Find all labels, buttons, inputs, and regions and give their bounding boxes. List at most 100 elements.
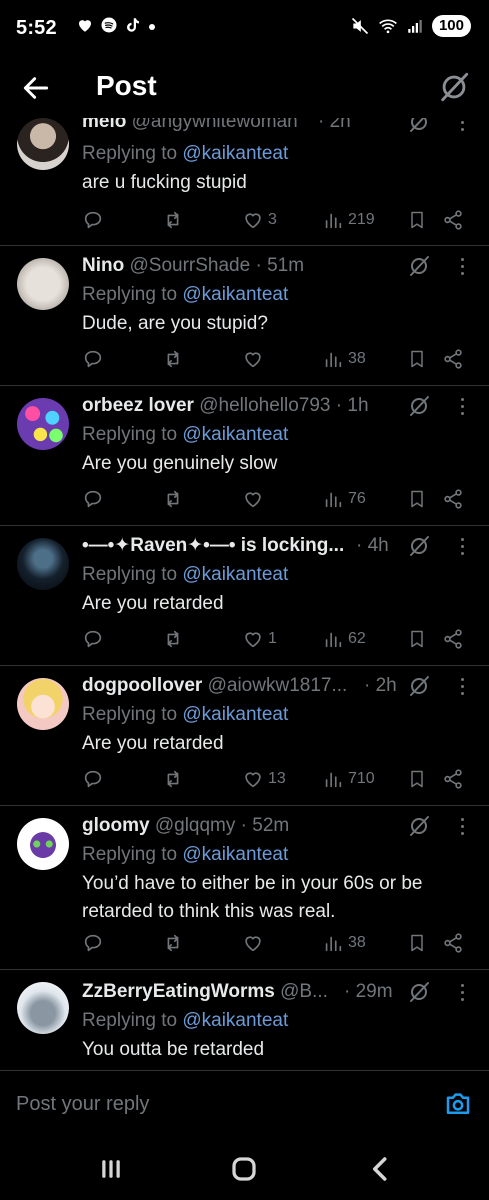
reply-item[interactable]: gloomy @glqqmy · 52m Replying to @kaikan… (0, 806, 489, 970)
comment-icon[interactable] (82, 627, 104, 651)
top-bar: Post (0, 56, 489, 118)
bookmark-icon[interactable] (407, 767, 427, 791)
comment-icon[interactable] (82, 487, 104, 511)
like-button[interactable]: 13 (242, 767, 286, 791)
reply-author-handle[interactable]: @SourrShade (130, 255, 251, 276)
mention-link[interactable]: @kaikanteat (182, 1010, 288, 1031)
dot-notification-icon (149, 24, 155, 30)
reply-author-name[interactable]: ZzBerryEatingWorms (82, 981, 275, 1002)
reply-author-handle[interactable]: @hellohello793 (199, 395, 330, 416)
reply-author-name[interactable]: gloomy (82, 815, 150, 836)
like-button[interactable] (242, 931, 268, 955)
comment-icon[interactable] (82, 931, 104, 955)
mention-link[interactable]: @kaikanteat (182, 704, 288, 725)
mention-link[interactable]: @kaikanteat (182, 844, 288, 865)
avatar[interactable] (17, 818, 69, 870)
reply-author-name[interactable]: melo (82, 118, 126, 132)
reply-author-name[interactable]: orbeez lover (82, 395, 194, 416)
avatar[interactable] (17, 538, 69, 590)
bookmark-icon[interactable] (407, 347, 427, 371)
mention-link[interactable]: @kaikanteat (182, 424, 288, 445)
bookmark-icon[interactable] (407, 487, 427, 511)
repost-icon[interactable] (162, 767, 184, 791)
more-vertical-icon[interactable] (455, 980, 469, 1004)
reply-item[interactable]: ZzBerryEatingWorms @B... · 29m Replying … (0, 970, 489, 1070)
like-button[interactable]: 3 (242, 208, 277, 232)
reply-actions: 76 (82, 487, 472, 511)
like-button[interactable] (242, 347, 268, 371)
arrow-left-icon[interactable] (20, 72, 52, 104)
reply-author-name[interactable]: •—•✦Raven✦•—• is locking... (82, 535, 344, 556)
grok-icon[interactable] (407, 394, 431, 418)
more-vertical-icon[interactable] (455, 674, 469, 698)
more-vertical-icon[interactable] (455, 534, 469, 558)
share-icon[interactable] (442, 627, 464, 651)
avatar[interactable] (17, 118, 69, 170)
back-nav-icon[interactable] (366, 1154, 396, 1184)
reply-author-handle[interactable]: @B... (280, 981, 328, 1002)
reply-list: melo @angywhitewoman · 2h Replying to @k… (0, 118, 489, 1070)
mention-link[interactable]: @kaikanteat (182, 564, 288, 585)
views-button[interactable]: 62 (322, 627, 366, 651)
like-button[interactable]: 1 (242, 627, 277, 651)
reply-author-name[interactable]: dogpoollover (82, 675, 202, 696)
grok-icon[interactable] (407, 814, 431, 838)
avatar[interactable] (17, 982, 69, 1034)
mention-link[interactable]: @kaikanteat (182, 143, 288, 164)
reply-item[interactable]: dogpoollover @aiowkw1817... · 2h Replyin… (0, 666, 489, 806)
reply-item[interactable]: •—•✦Raven✦•—• is locking... · 4h Replyin… (0, 526, 489, 666)
more-vertical-icon[interactable] (455, 254, 469, 278)
views-button[interactable]: 76 (322, 487, 366, 511)
repost-icon[interactable] (162, 208, 184, 232)
reply-author-name[interactable]: Nino (82, 255, 124, 276)
repost-icon[interactable] (162, 931, 184, 955)
comment-icon[interactable] (82, 208, 104, 232)
reply-author-handle[interactable]: @angywhitewoman (132, 118, 298, 132)
share-icon[interactable] (442, 347, 464, 371)
views-button[interactable]: 710 (322, 767, 375, 791)
camera-icon[interactable] (443, 1089, 473, 1119)
repost-icon[interactable] (162, 347, 184, 371)
reply-item[interactable]: melo @angywhitewoman · 2h Replying to @k… (0, 118, 489, 246)
grok-icon[interactable] (407, 534, 431, 558)
mention-link[interactable]: @kaikanteat (182, 284, 288, 305)
share-icon[interactable] (442, 487, 464, 511)
replying-to-label: Replying to (82, 564, 178, 585)
bookmark-icon[interactable] (407, 627, 427, 651)
comment-icon[interactable] (82, 767, 104, 791)
grok-icon[interactable] (437, 70, 471, 104)
grok-icon[interactable] (407, 980, 431, 1004)
reply-author-handle[interactable]: @aiowkw1817... (208, 675, 348, 696)
share-icon[interactable] (442, 208, 464, 232)
avatar[interactable] (17, 398, 69, 450)
reply-item[interactable]: Nino @SourrShade · 51m Replying to @kaik… (0, 246, 489, 386)
repost-icon[interactable] (162, 627, 184, 651)
reply-composer[interactable]: Post your reply (0, 1070, 489, 1136)
repost-icon[interactable] (162, 487, 184, 511)
like-button[interactable] (242, 487, 268, 511)
reply-time: · 29m (344, 981, 393, 1002)
views-button[interactable]: 38 (322, 347, 366, 371)
grok-icon[interactable] (407, 118, 431, 134)
bookmark-icon[interactable] (407, 208, 427, 232)
grok-icon[interactable] (407, 254, 431, 278)
share-icon[interactable] (442, 931, 464, 955)
more-vertical-icon[interactable] (455, 394, 469, 418)
share-icon[interactable] (442, 767, 464, 791)
home-icon[interactable] (229, 1154, 259, 1184)
bookmark-icon[interactable] (407, 931, 427, 955)
recent-apps-icon[interactable] (96, 1154, 126, 1184)
reply-input[interactable]: Post your reply (16, 1093, 149, 1116)
more-vertical-icon[interactable] (455, 814, 469, 838)
replying-to-label: Replying to (82, 704, 178, 725)
views-button[interactable]: 38 (322, 931, 366, 955)
reply-item[interactable]: orbeez lover @hellohello793 · 1h Replyin… (0, 386, 489, 526)
avatar[interactable] (17, 678, 69, 730)
reply-time: · 51m (255, 255, 305, 276)
more-vertical-icon[interactable] (455, 118, 469, 134)
views-button[interactable]: 219 (322, 208, 375, 232)
comment-icon[interactable] (82, 347, 104, 371)
grok-icon[interactable] (407, 674, 431, 698)
avatar[interactable] (17, 258, 69, 310)
reply-author-handle[interactable]: @glqqmy (155, 815, 236, 836)
